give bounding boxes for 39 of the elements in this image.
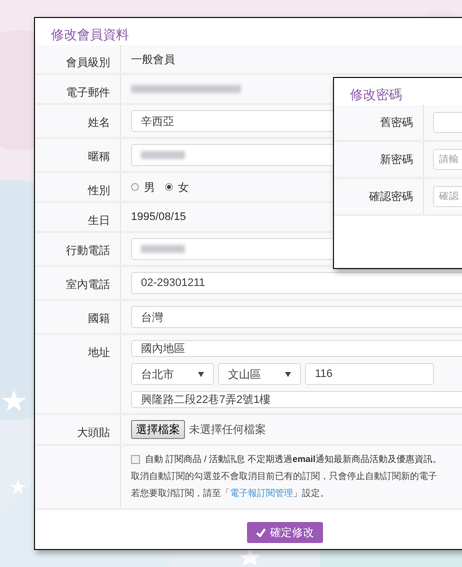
dialog-title: 修改會員資料 xyxy=(50,26,130,44)
input-field[interactable]: 國內地區 xyxy=(131,340,462,357)
radio-label: 男 xyxy=(144,180,155,194)
file-status: 未選擇任何檔案 xyxy=(189,422,266,437)
field-label: 舊密碼 xyxy=(380,116,413,130)
field-label: 確認密碼 xyxy=(369,190,413,204)
field-label: 暱稱 xyxy=(88,150,110,164)
dialog-title: 修改密碼 xyxy=(349,86,403,104)
choose-file-button[interactable]: 選擇檔案 xyxy=(131,420,185,439)
dropdown[interactable]: 文山區 xyxy=(218,363,301,385)
input-field[interactable]: 02-29301211 xyxy=(131,272,462,294)
input-field[interactable]: 台灣 xyxy=(131,306,462,328)
field-label: 姓名 xyxy=(88,116,110,130)
radio-button[interactable] xyxy=(131,183,139,191)
note-text: 取消自動訂閱的勾選並不會取消目前已有的訂閱，只會停止自動訂閱新的電子 xyxy=(131,470,438,483)
radio-label: 女 xyxy=(178,180,189,194)
checkbox-label: 自動 訂閱商品 / 活動訊息 不定期透過email通知最新商品活動及優惠資訊。 xyxy=(145,453,442,466)
checkbox[interactable] xyxy=(131,455,140,464)
field-label: 行動電話 xyxy=(66,244,110,258)
field-label: 會員級別 xyxy=(66,56,110,70)
note-text: 若您要取消訂閱，請至「電子報訂閱管理」設定。 xyxy=(131,487,330,500)
field-label: 地址 xyxy=(88,346,110,360)
field-label: 電子郵件 xyxy=(66,86,110,100)
check-icon xyxy=(256,528,266,537)
input-field[interactable]: 興隆路二段22巷7弄2號1樓 xyxy=(131,391,462,408)
input-field[interactable]: 116 xyxy=(305,363,434,385)
field-label: 室內電話 xyxy=(66,278,110,292)
field-label: 生日 xyxy=(88,214,110,228)
caret-icon xyxy=(285,372,291,376)
caret-icon xyxy=(198,372,204,376)
field-label: 大頭貼 xyxy=(77,426,110,440)
dropdown[interactable]: 台北市 xyxy=(131,363,214,385)
field-value: 1995/08/15 xyxy=(131,211,186,223)
submit-button[interactable]: 確定修改 xyxy=(247,522,323,543)
field-label: 性別 xyxy=(88,184,110,198)
field-value: 一般會員 xyxy=(131,52,175,66)
field-label: 國籍 xyxy=(88,312,110,326)
field-label: 新密碼 xyxy=(380,152,413,167)
radio-button[interactable] xyxy=(165,183,173,191)
